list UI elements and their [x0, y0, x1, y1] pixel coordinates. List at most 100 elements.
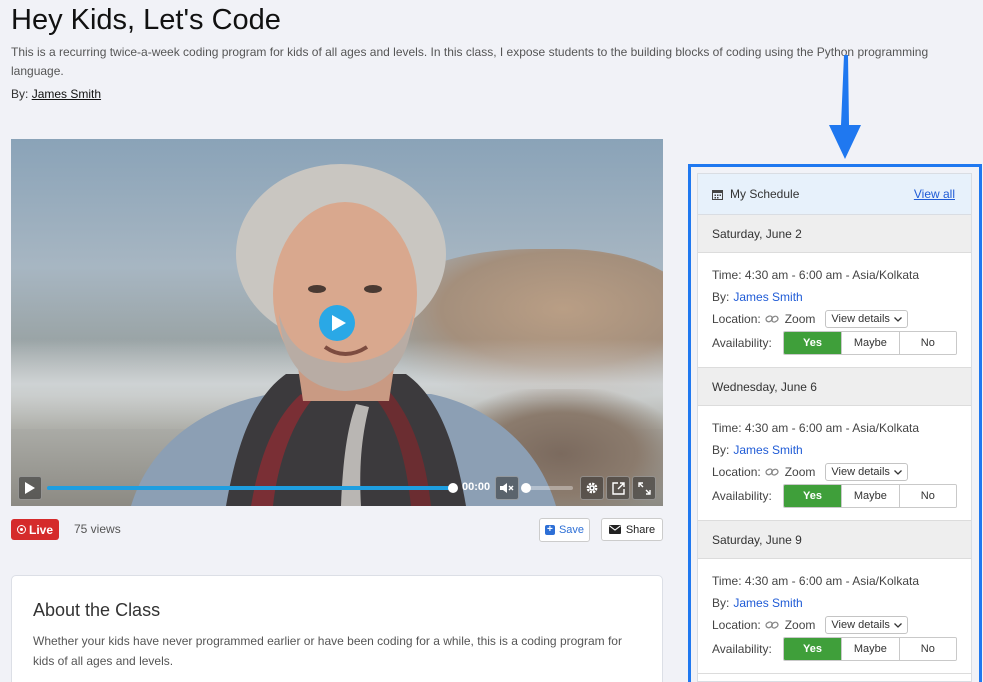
- event-availability: Availability: Yes Maybe No: [712, 636, 957, 662]
- availability-no[interactable]: No: [898, 485, 956, 507]
- play-overlay-button[interactable]: [319, 305, 355, 341]
- time-label: Time:: [712, 574, 742, 588]
- availability-label: Availability:: [712, 336, 772, 350]
- by-label: By:: [712, 596, 730, 610]
- event-item: Time: 4:30 am - 6:00 am - Asia/Kolkata B…: [698, 253, 971, 368]
- byline: By: James Smith: [11, 87, 101, 101]
- save-label: Save: [558, 524, 585, 536]
- event-author: By: James Smith: [712, 286, 957, 308]
- link-icon: [765, 467, 779, 477]
- availability-yes[interactable]: Yes: [783, 638, 842, 660]
- day-header: Saturday, June 9: [698, 521, 971, 559]
- progress-bar[interactable]: [47, 483, 458, 493]
- by-label: By:: [712, 443, 730, 457]
- time-value: 4:30 am - 6:00 am - Asia/Kolkata: [744, 574, 919, 588]
- author-link[interactable]: James Smith: [733, 443, 802, 457]
- chevron-down-icon: [893, 622, 902, 628]
- location-label: Location:: [712, 312, 761, 326]
- details-label: View details: [831, 313, 890, 325]
- time-display: 00:00: [462, 481, 491, 493]
- plus-icon: +: [544, 525, 555, 535]
- details-label: View details: [831, 466, 890, 478]
- mute-button[interactable]: [495, 476, 519, 500]
- availability-toggle[interactable]: Yes Maybe No: [782, 484, 957, 508]
- settings-button[interactable]: [580, 476, 604, 500]
- by-label: By:: [712, 290, 730, 304]
- availability-label: Availability:: [712, 642, 772, 656]
- about-heading: About the Class: [33, 600, 161, 620]
- share-button[interactable]: Share: [601, 518, 663, 541]
- calendar-icon: [712, 189, 723, 200]
- author-link[interactable]: James Smith: [733, 290, 802, 304]
- view-details-dropdown[interactable]: View details: [825, 310, 908, 328]
- live-label: Live: [28, 522, 53, 537]
- schedule-panel: My Schedule View all Saturday, June 2 Ti…: [697, 173, 972, 682]
- availability-maybe[interactable]: Maybe: [841, 332, 899, 354]
- location-value: Zoom: [784, 465, 816, 479]
- details-label: View details: [831, 619, 890, 631]
- play-icon: [331, 315, 346, 331]
- view-details-dropdown[interactable]: View details: [825, 616, 908, 634]
- day-header: Wednesday, June 6: [698, 368, 971, 406]
- volume-slider[interactable]: [521, 483, 573, 493]
- event-location: Location: Zoom View details: [712, 308, 957, 330]
- schedule-title: My Schedule: [730, 187, 800, 201]
- progress-handle[interactable]: [448, 483, 458, 493]
- availability-yes[interactable]: Yes: [783, 332, 842, 354]
- link-icon: [765, 314, 779, 324]
- location-value: Zoom: [784, 618, 816, 632]
- event-location: Location: Zoom View details: [712, 614, 957, 636]
- view-count: 75 views: [74, 522, 121, 536]
- day-date: Wednesday, June 6: [712, 379, 817, 394]
- availability-label: Availability:: [712, 489, 772, 503]
- schedule-days: Saturday, June 2 Time: 4:30 am - 6:00 am…: [698, 215, 971, 674]
- view-all-link[interactable]: View all: [914, 187, 955, 201]
- schedule-header: My Schedule View all: [698, 174, 971, 215]
- event-availability: Availability: Yes Maybe No: [712, 483, 957, 509]
- event-time: Time: 4:30 am - 6:00 am - Asia/Kolkata: [712, 264, 957, 286]
- envelope-icon: [608, 525, 621, 534]
- availability-no[interactable]: No: [898, 638, 956, 660]
- author-link[interactable]: James Smith: [32, 87, 101, 101]
- about-section: About the Class Whether your kids have n…: [11, 575, 663, 682]
- author-link[interactable]: James Smith: [733, 596, 802, 610]
- video-controls: 00:00: [11, 468, 663, 506]
- event-time: Time: 4:30 am - 6:00 am - Asia/Kolkata: [712, 417, 957, 439]
- external-link-icon: [611, 481, 625, 495]
- fullscreen-icon: [637, 481, 651, 495]
- class-description: This is a recurring twice-a-week coding …: [11, 45, 929, 78]
- availability-yes[interactable]: Yes: [783, 485, 842, 507]
- availability-maybe[interactable]: Maybe: [841, 638, 899, 660]
- event-item: Time: 4:30 am - 6:00 am - Asia/Kolkata B…: [698, 406, 971, 521]
- live-icon: [16, 525, 26, 534]
- availability-toggle[interactable]: Yes Maybe No: [782, 637, 957, 661]
- time-value: 4:30 am - 6:00 am - Asia/Kolkata: [744, 421, 919, 435]
- link-icon: [765, 620, 779, 630]
- time-label: Time:: [712, 268, 742, 282]
- play-icon: [25, 482, 35, 494]
- arrow-down-icon: [829, 55, 861, 159]
- save-button[interactable]: + Save: [539, 518, 590, 542]
- popout-button[interactable]: [606, 476, 630, 500]
- availability-no[interactable]: No: [898, 332, 956, 354]
- event-item: Time: 4:30 am - 6:00 am - Asia/Kolkata B…: [698, 559, 971, 674]
- gear-icon: [586, 482, 598, 494]
- about-text: Whether your kids have never programmed …: [33, 634, 622, 668]
- day-date: Saturday, June 9: [712, 532, 802, 547]
- availability-maybe[interactable]: Maybe: [841, 485, 899, 507]
- day-date: Saturday, June 2: [712, 226, 802, 241]
- share-label: Share: [625, 523, 656, 536]
- volume-handle[interactable]: [521, 483, 531, 493]
- video-player[interactable]: 00:00: [11, 139, 663, 506]
- event-author: By: James Smith: [712, 592, 957, 614]
- view-details-dropdown[interactable]: View details: [825, 463, 908, 481]
- location-value: Zoom: [784, 312, 816, 326]
- fullscreen-button[interactable]: [632, 476, 656, 500]
- volume-mute-icon: [500, 483, 514, 493]
- time-label: Time:: [712, 421, 742, 435]
- availability-toggle[interactable]: Yes Maybe No: [782, 331, 957, 355]
- live-badge: Live: [11, 519, 59, 540]
- event-availability: Availability: Yes Maybe No: [712, 330, 957, 356]
- play-button[interactable]: [18, 476, 42, 500]
- event-location: Location: Zoom View details: [712, 461, 957, 483]
